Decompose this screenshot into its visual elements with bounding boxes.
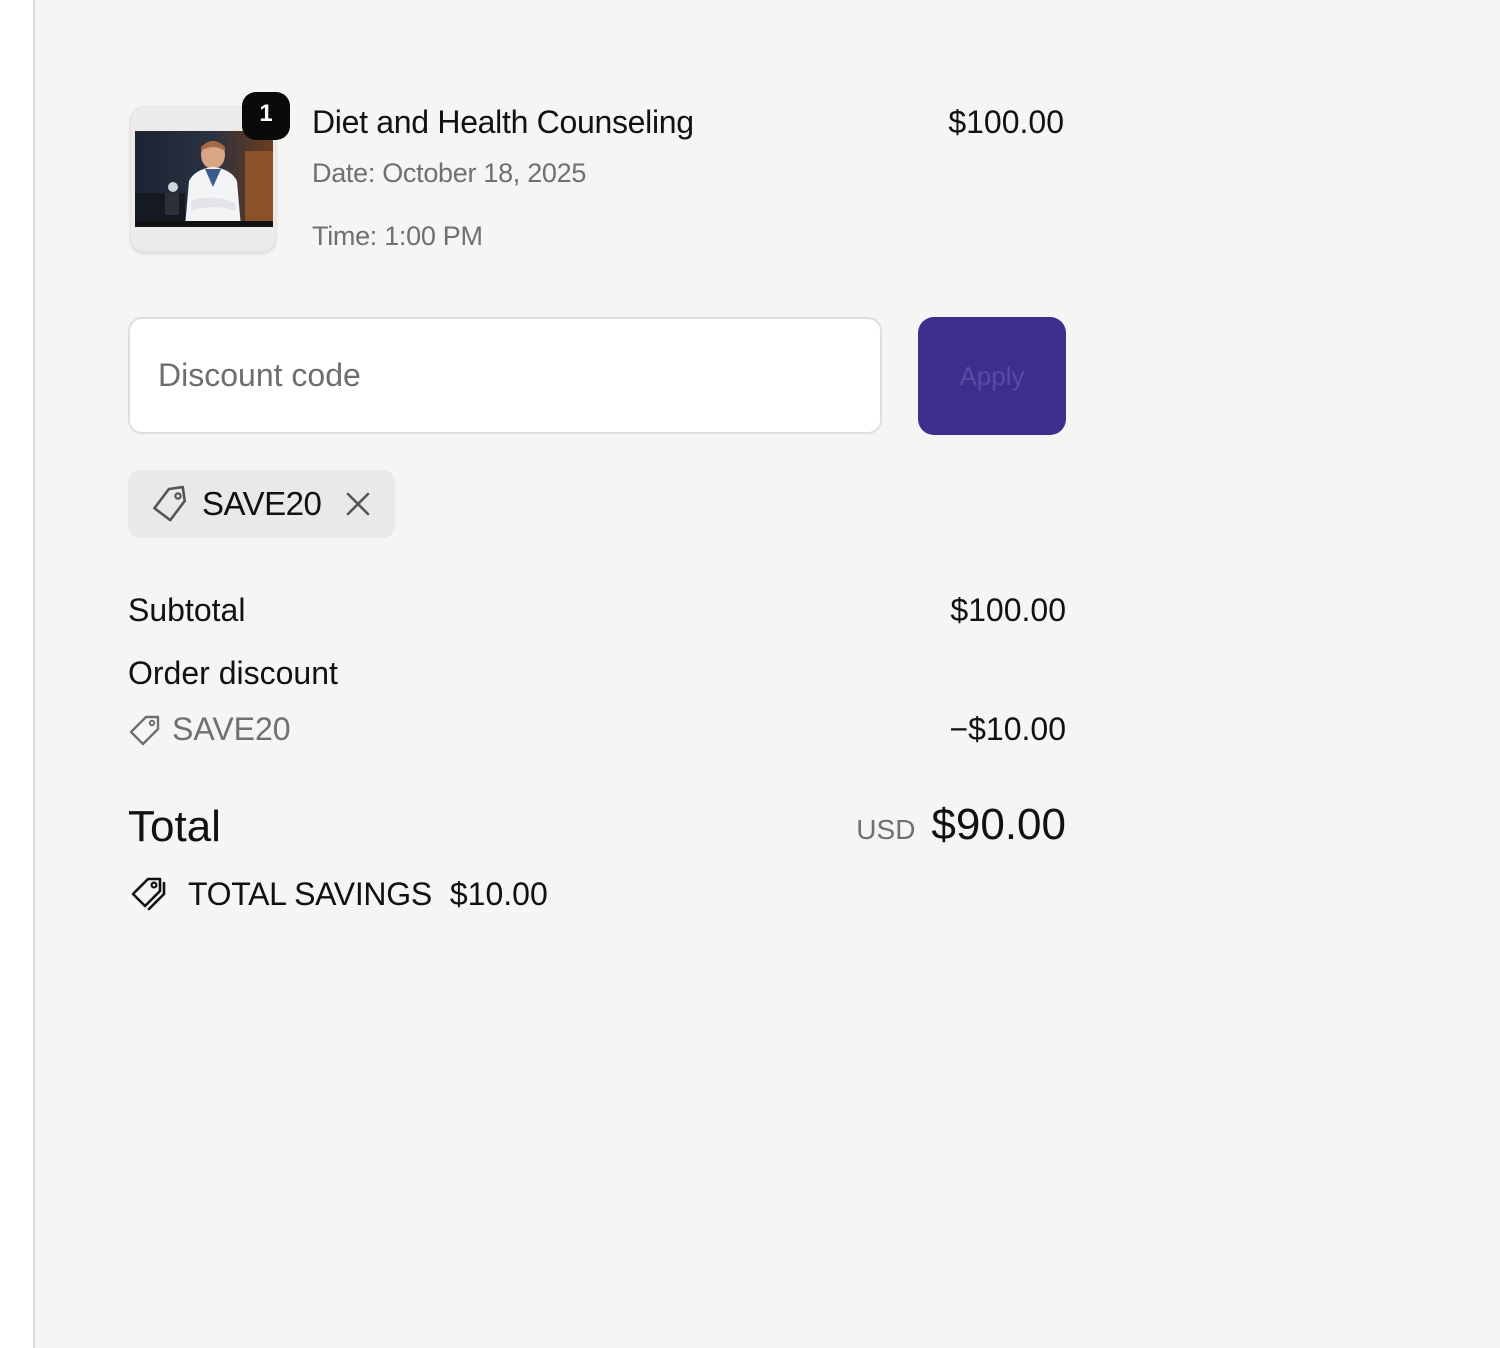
order-summary: 1 Diet and Health Counseling Date: Octob… <box>128 0 1066 1348</box>
subtotal-value: $100.00 <box>950 592 1066 628</box>
total-row: Total USD $90.00 <box>128 800 1066 860</box>
line-item: 1 Diet and Health Counseling Date: Octob… <box>128 92 1066 262</box>
applied-discount-code: SAVE20 <box>202 485 322 522</box>
total-value-group: USD $90.00 <box>856 800 1066 850</box>
product-thumbnail-wrap: 1 <box>130 92 290 252</box>
apply-discount-button[interactable]: Apply <box>918 317 1066 435</box>
booking-date: Date: October 18, 2025 <box>312 158 587 188</box>
product-title: Diet and Health Counseling <box>312 104 694 140</box>
discount-code-input[interactable] <box>128 317 882 434</box>
total-savings-row: TOTAL SAVINGS $10.00 <box>128 875 548 913</box>
line-item-price: $100.00 <box>948 104 1064 140</box>
order-discount-value: −$10.00 <box>949 711 1066 747</box>
total-savings-label: TOTAL SAVINGS <box>188 875 432 912</box>
remove-discount-button[interactable] <box>343 489 373 519</box>
total-value: $90.00 <box>931 800 1066 849</box>
order-discount-code: SAVE20 <box>128 711 291 748</box>
total-label: Total <box>128 802 221 851</box>
booking-time: Time: 1:00 PM <box>312 221 483 251</box>
total-savings-value: $10.00 <box>449 875 548 912</box>
left-panel-edge <box>0 0 35 1348</box>
order-discount-label: Order discount <box>128 655 338 691</box>
quantity-badge: 1 <box>242 92 290 140</box>
tags-icon <box>131 877 166 911</box>
counselor-photo <box>135 131 273 227</box>
applied-discount-chip: SAVE20 <box>128 470 396 538</box>
currency-code: USD <box>856 814 916 845</box>
subtotal-label: Subtotal <box>128 592 246 628</box>
close-icon <box>347 492 370 516</box>
tag-icon <box>153 485 187 522</box>
tag-icon <box>129 715 160 745</box>
order-discount-code-text: SAVE20 <box>172 711 291 747</box>
discount-form: Apply <box>128 317 1066 435</box>
